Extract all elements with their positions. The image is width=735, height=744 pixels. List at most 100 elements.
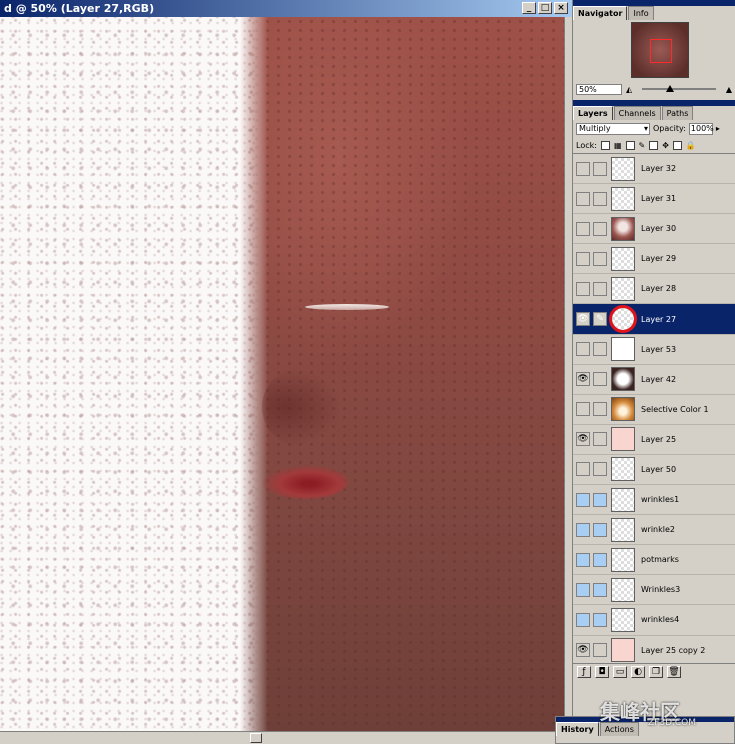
layer-thumbnail[interactable]: [611, 276, 635, 301]
slider-knob[interactable]: [666, 85, 675, 92]
blend-mode-select[interactable]: Multiply: [576, 122, 650, 135]
paintbrush-icon[interactable]: ✎: [593, 312, 607, 327]
link-cell[interactable]: [593, 402, 607, 417]
visibility-eye-icon[interactable]: [576, 191, 590, 206]
opacity-input[interactable]: 100%: [688, 122, 714, 135]
link-cell[interactable]: [593, 522, 607, 537]
layer-style-button[interactable]: ƒ: [577, 666, 591, 678]
visibility-eye-icon[interactable]: [576, 612, 590, 627]
layer-row[interactable]: Layer 29: [573, 244, 735, 275]
new-layer-button[interactable]: ❐: [649, 666, 663, 678]
layer-row[interactable]: 👁 Layer 25 copy 2: [573, 635, 735, 663]
adjustment-layer-button[interactable]: ◐: [631, 666, 645, 678]
vertical-scrollbar[interactable]: [564, 17, 572, 731]
layer-thumbnail[interactable]: [611, 246, 635, 271]
link-cell[interactable]: [593, 492, 607, 507]
layer-thumbnail[interactable]: [611, 337, 635, 362]
visibility-eye-icon[interactable]: [576, 402, 590, 417]
link-cell[interactable]: [593, 582, 607, 597]
link-cell[interactable]: [593, 462, 607, 477]
link-cell[interactable]: [593, 221, 607, 236]
visibility-eye-icon[interactable]: [576, 462, 590, 477]
layer-row[interactable]: Layer 28: [573, 274, 735, 305]
link-cell[interactable]: [593, 281, 607, 296]
layer-row[interactable]: 👁 ✎ Layer 27: [573, 304, 735, 335]
lock-transparency-checkbox[interactable]: [600, 140, 610, 150]
layer-row[interactable]: Layer 32: [573, 154, 735, 185]
close-button[interactable]: ×: [554, 2, 568, 14]
visibility-eye-icon[interactable]: [576, 161, 590, 176]
layer-thumbnail[interactable]: [611, 577, 635, 602]
tab-layers[interactable]: Layers: [573, 106, 613, 120]
lock-all-checkbox[interactable]: [672, 140, 682, 150]
layer-row[interactable]: wrinkle2: [573, 515, 735, 546]
link-cell[interactable]: [593, 643, 607, 658]
zoom-in-icon[interactable]: ▲: [726, 85, 732, 94]
link-cell[interactable]: [593, 432, 607, 447]
tab-navigator[interactable]: Navigator: [573, 6, 628, 20]
layer-thumbnail[interactable]: [611, 607, 635, 632]
visibility-eye-icon[interactable]: [576, 582, 590, 597]
layer-row[interactable]: 👁 Layer 42: [573, 364, 735, 395]
layer-thumbnail[interactable]: [609, 305, 637, 334]
lock-image-checkbox[interactable]: [625, 140, 635, 150]
layer-row[interactable]: Selective Color 1: [573, 394, 735, 425]
layer-thumbnail[interactable]: [611, 638, 635, 663]
zoom-slider[interactable]: [636, 84, 722, 94]
visibility-eye-icon[interactable]: [576, 522, 590, 537]
document-title-bar[interactable]: d @ 50% (Layer 27,RGB) _ □ ×: [0, 0, 572, 17]
lock-position-checkbox[interactable]: [649, 140, 659, 150]
tab-channels[interactable]: Channels: [613, 106, 661, 120]
layer-row[interactable]: Wrinkles3: [573, 575, 735, 606]
link-cell[interactable]: [593, 191, 607, 206]
layers-list[interactable]: Layer 32 Layer 31 Layer 30 Layer 29 Layer 28…: [573, 153, 735, 664]
link-cell[interactable]: [593, 372, 607, 387]
visibility-eye-icon[interactable]: [576, 552, 590, 567]
layer-thumbnail[interactable]: [611, 156, 635, 181]
layer-thumbnail[interactable]: [611, 517, 635, 542]
layer-row[interactable]: Layer 50: [573, 454, 735, 486]
visibility-eye-icon[interactable]: [576, 342, 590, 357]
tab-paths[interactable]: Paths: [661, 106, 694, 120]
layer-row[interactable]: Layer 30: [573, 214, 735, 245]
link-cell[interactable]: [593, 251, 607, 266]
layer-thumbnail[interactable]: [611, 487, 635, 512]
layer-row[interactable]: wrinkles4: [573, 605, 735, 636]
view-box[interactable]: [650, 39, 672, 63]
horizontal-scrollbar[interactable]: [0, 731, 572, 744]
add-mask-button[interactable]: ◘: [595, 666, 609, 678]
maximize-button[interactable]: □: [538, 2, 552, 14]
visibility-eye-icon[interactable]: [576, 492, 590, 507]
tab-info[interactable]: Info: [628, 6, 654, 20]
layer-row[interactable]: 👁 Layer 25: [573, 424, 735, 455]
navigator-thumbnail[interactable]: [631, 22, 689, 78]
new-set-button[interactable]: ▭: [613, 666, 627, 678]
tab-history[interactable]: History: [556, 722, 599, 736]
layer-thumbnail[interactable]: [611, 457, 635, 482]
zoom-input[interactable]: 50%: [576, 83, 622, 95]
document-canvas[interactable]: [0, 17, 564, 731]
layer-thumbnail[interactable]: [611, 216, 635, 241]
visibility-eye-icon[interactable]: [576, 221, 590, 236]
link-cell[interactable]: [593, 161, 607, 176]
layer-thumbnail[interactable]: [611, 397, 635, 422]
layer-row[interactable]: potmarks: [573, 545, 735, 576]
visibility-eye-icon[interactable]: 👁: [576, 312, 590, 327]
opacity-arrow-icon[interactable]: ▸: [716, 124, 720, 133]
visibility-eye-icon[interactable]: 👁: [576, 432, 590, 447]
visibility-eye-icon[interactable]: 👁: [576, 372, 590, 387]
layer-row[interactable]: Layer 53: [573, 334, 735, 365]
visibility-eye-icon[interactable]: [576, 251, 590, 266]
scroll-thumb[interactable]: [250, 733, 262, 743]
link-cell[interactable]: [593, 552, 607, 567]
minimize-button[interactable]: _: [522, 2, 536, 14]
visibility-eye-icon[interactable]: [576, 281, 590, 296]
delete-layer-button[interactable]: 🗑: [667, 666, 681, 678]
layer-thumbnail[interactable]: [611, 427, 635, 452]
zoom-out-icon[interactable]: ◭: [626, 85, 632, 94]
visibility-eye-icon[interactable]: 👁: [576, 643, 590, 658]
layer-thumbnail[interactable]: [611, 547, 635, 572]
link-cell[interactable]: [593, 342, 607, 357]
layer-row[interactable]: Layer 31: [573, 184, 735, 215]
link-cell[interactable]: [593, 612, 607, 627]
